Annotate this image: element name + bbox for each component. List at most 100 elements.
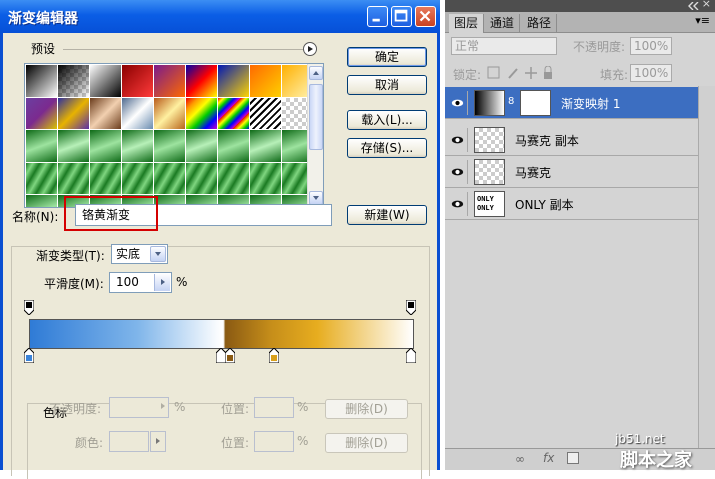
tab-layers[interactable]: 图层	[449, 14, 485, 33]
swatch[interactable]	[58, 130, 89, 162]
watermark-site: jb51.net	[615, 432, 665, 446]
window-title: 渐变编辑器	[8, 11, 78, 27]
swatch[interactable]	[250, 162, 281, 194]
color-stop-icon[interactable]	[269, 348, 279, 363]
scroll-down-icon[interactable]	[309, 191, 323, 205]
swatch[interactable]	[26, 130, 57, 162]
swatch[interactable]	[154, 130, 185, 162]
swatch[interactable]	[26, 195, 57, 207]
color-location-input[interactable]	[254, 431, 294, 452]
add-mask-icon[interactable]	[567, 452, 579, 464]
swatch[interactable]	[218, 65, 249, 97]
swatch[interactable]	[218, 162, 249, 194]
ok-button[interactable]: 确定	[347, 47, 427, 67]
link-layers-icon[interactable]: ∞	[515, 452, 525, 466]
presets-scrollbar[interactable]	[307, 64, 323, 207]
swatch[interactable]	[250, 65, 281, 97]
swatch[interactable]	[250, 130, 281, 162]
color-menu[interactable]	[150, 431, 166, 452]
opacity-label: 不透明度:	[573, 40, 626, 54]
swatch[interactable]	[58, 65, 89, 97]
swatch[interactable]	[26, 97, 57, 129]
swatch[interactable]	[122, 65, 153, 97]
fill-input[interactable]: 100%	[630, 64, 672, 82]
swatch[interactable]	[90, 65, 121, 97]
layer-row[interactable]: ONLY ONLY ONLY 副本	[445, 188, 698, 220]
swatch[interactable]	[218, 130, 249, 162]
eye-icon[interactable]	[448, 160, 468, 184]
layer-row[interactable]: 马赛克 副本	[445, 124, 698, 156]
minimize-icon	[372, 18, 380, 22]
link-icon[interactable]: 8	[508, 96, 514, 107]
layer-name: 马赛克	[515, 166, 552, 180]
swatch[interactable]	[186, 97, 217, 129]
eye-icon[interactable]	[448, 91, 468, 115]
preset-swatches[interactable]	[24, 63, 324, 208]
delete-color-stop-button[interactable]: 删除(D)	[325, 433, 408, 453]
blend-mode-select[interactable]: 正常	[451, 37, 557, 55]
swatch[interactable]	[186, 162, 217, 194]
close-button[interactable]	[415, 6, 436, 27]
opacity-location-input[interactable]	[254, 397, 294, 418]
swatch[interactable]	[90, 97, 121, 129]
scroll-thumb[interactable]	[309, 84, 323, 150]
color-stop-icon[interactable]	[406, 348, 416, 363]
swatch[interactable]	[122, 130, 153, 162]
eye-icon[interactable]	[448, 192, 468, 216]
smoothness-input[interactable]: 100	[109, 272, 172, 293]
smoothness-unit: %	[176, 275, 188, 289]
collapse-icon[interactable]	[687, 2, 699, 10]
swatch[interactable]	[90, 130, 121, 162]
color-swatch[interactable]	[109, 431, 149, 452]
chevron-down-icon[interactable]	[150, 246, 166, 262]
swatch[interactable]	[26, 162, 57, 194]
mask-thumbnail[interactable]	[520, 90, 551, 116]
layer-row[interactable]: 马赛克	[445, 156, 698, 188]
close-icon[interactable]: ×	[702, 0, 711, 10]
load-button[interactable]: 载入(L)...	[347, 110, 427, 130]
layer-row[interactable]: 8 渐变映射 1	[445, 87, 698, 119]
opacity-stop-icon[interactable]	[24, 300, 34, 315]
opacity-input[interactable]	[109, 397, 169, 418]
title-bar[interactable]: 渐变编辑器	[0, 0, 440, 33]
text-layer-thumbnail: ONLY ONLY	[474, 191, 505, 217]
minimize-button[interactable]	[367, 6, 388, 27]
new-button[interactable]: 新建(W)	[347, 205, 427, 225]
save-button[interactable]: 存储(S)...	[347, 138, 427, 158]
gradient-type-select[interactable]: 实底	[111, 244, 168, 264]
swatch[interactable]	[218, 97, 249, 129]
swatch[interactable]	[186, 130, 217, 162]
panel-menu-icon[interactable]: ▾≡	[695, 14, 710, 27]
swatch[interactable]	[58, 162, 89, 194]
maximize-button[interactable]	[391, 6, 412, 27]
swatch[interactable]	[186, 65, 217, 97]
swatch[interactable]	[154, 162, 185, 194]
color-location-label: 位置:	[221, 436, 250, 450]
swatch[interactable]	[154, 97, 185, 129]
swatch[interactable]	[58, 97, 89, 129]
layers-scrollbar[interactable]	[698, 86, 715, 448]
gradient-preview-bar[interactable]	[29, 319, 414, 349]
color-stop-icon[interactable]	[24, 348, 34, 363]
swatch[interactable]	[122, 97, 153, 129]
eye-icon[interactable]	[448, 128, 468, 152]
presets-menu-icon[interactable]	[303, 42, 317, 56]
opacity-unit: %	[174, 400, 186, 414]
swatch[interactable]	[26, 65, 57, 97]
lock-options-icon[interactable]	[487, 66, 553, 80]
swatch[interactable]	[90, 162, 121, 194]
swatch[interactable]	[122, 162, 153, 194]
opacity-stop-icon[interactable]	[406, 300, 416, 315]
tab-channels[interactable]: 通道	[485, 14, 521, 33]
scroll-up-icon[interactable]	[309, 66, 323, 80]
cancel-button[interactable]: 取消	[347, 75, 427, 95]
color-stop-icon[interactable]	[225, 348, 235, 363]
smoothness-value: 100	[116, 275, 139, 289]
chevron-right-icon[interactable]	[154, 274, 170, 291]
tab-paths[interactable]: 路径	[522, 14, 558, 33]
opacity-input[interactable]: 100%	[630, 37, 672, 55]
swatch[interactable]	[250, 97, 281, 129]
delete-opacity-stop-button[interactable]: 删除(D)	[325, 399, 408, 419]
swatch[interactable]	[154, 65, 185, 97]
fx-icon[interactable]: fx	[543, 451, 554, 465]
